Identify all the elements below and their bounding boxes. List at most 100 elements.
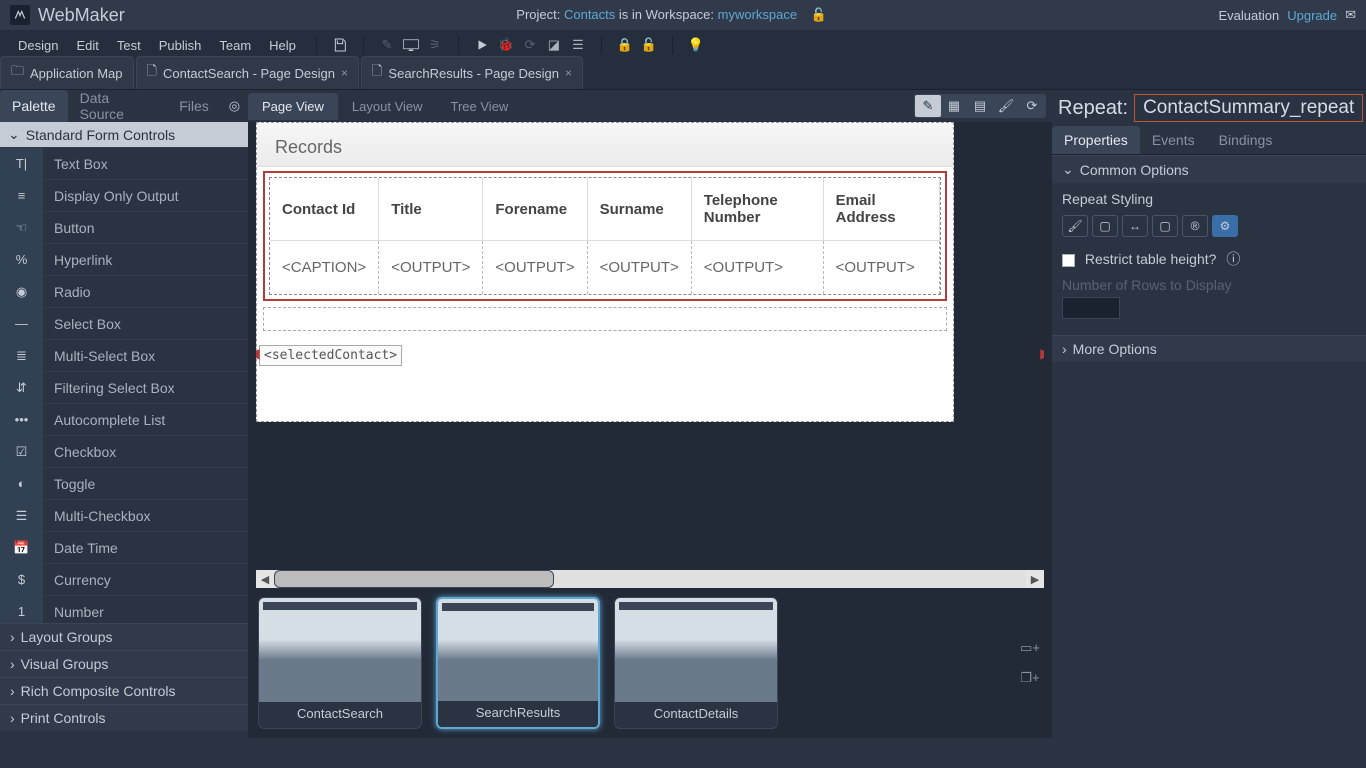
- palette-section-header[interactable]: ⌄ Standard Form Controls: [0, 122, 248, 147]
- category-print-controls[interactable]: ›Print Controls: [0, 704, 248, 731]
- palette-item-checkbox[interactable]: ☑Checkbox: [0, 435, 248, 467]
- caption-cell[interactable]: <CAPTION>: [270, 241, 379, 295]
- tab-bindings[interactable]: Bindings: [1207, 126, 1285, 154]
- palette-item-button[interactable]: ☜Button: [0, 211, 248, 243]
- tab-datasource[interactable]: Data Source: [68, 90, 168, 122]
- selected-contact-placeholder[interactable]: <selectedContact>: [259, 345, 402, 366]
- page-canvas[interactable]: Records Contact IdTitleForenameSurnameTe…: [256, 122, 954, 422]
- tab-layout-view[interactable]: Layout View: [338, 93, 437, 120]
- palette-item-date-time[interactable]: 📅Date Time: [0, 531, 248, 563]
- lock-open-icon[interactable]: 🔓: [811, 7, 827, 22]
- palette-item-multi-select-box[interactable]: ≣Multi-Select Box: [0, 339, 248, 371]
- palette-item-filtering-select-box[interactable]: ⇵Filtering Select Box: [0, 371, 248, 403]
- menu-edit[interactable]: Edit: [68, 34, 106, 57]
- upgrade-link[interactable]: Upgrade: [1287, 8, 1337, 23]
- save-icon[interactable]: [329, 34, 351, 56]
- repeat-container[interactable]: Contact IdTitleForenameSurnameTelephone …: [263, 171, 947, 301]
- unlock-icon[interactable]: 🔓: [638, 34, 660, 56]
- output-cell[interactable]: <OUTPUT>: [587, 241, 691, 295]
- palette-item-text-box[interactable]: T|Text Box: [0, 147, 248, 179]
- tab-tree-view[interactable]: Tree View: [437, 93, 523, 120]
- add-page-icon[interactable]: ▭+: [1018, 638, 1042, 658]
- tab-palette[interactable]: Palette: [0, 90, 68, 122]
- erase-icon[interactable]: ◪: [543, 34, 565, 56]
- horizontal-scrollbar[interactable]: ◀ ▶: [256, 570, 1044, 588]
- style-registered-button[interactable]: ®: [1182, 215, 1208, 237]
- edit-mode-icon[interactable]: ✎: [915, 95, 941, 117]
- tab-files[interactable]: Files: [167, 90, 221, 122]
- palette-item-toggle[interactable]: ◐Toggle: [0, 467, 248, 499]
- tab-properties[interactable]: Properties: [1052, 126, 1140, 154]
- empty-group[interactable]: [263, 307, 947, 331]
- menu-help[interactable]: Help: [261, 34, 304, 57]
- menu-design[interactable]: Design: [10, 34, 66, 57]
- tab-application-map[interactable]: 🗀 Application Map: [0, 56, 134, 89]
- lock-icon[interactable]: 🔒: [614, 34, 636, 56]
- mail-icon[interactable]: ✉: [1345, 7, 1356, 23]
- play-icon[interactable]: [471, 34, 493, 56]
- palette-item-autocomplete-list[interactable]: •••Autocomplete List: [0, 403, 248, 435]
- debug-icon[interactable]: 🐞: [495, 34, 517, 56]
- style-width-button[interactable]: ↔: [1122, 215, 1148, 237]
- category-layout-groups[interactable]: ›Layout Groups: [0, 623, 248, 650]
- style-brush-button[interactable]: 🖌: [1062, 215, 1088, 237]
- section-common-options[interactable]: ⌄ Common Options: [1052, 155, 1366, 183]
- scroll-right-icon[interactable]: ▶: [1026, 573, 1044, 586]
- tab-events[interactable]: Events: [1140, 126, 1207, 154]
- close-icon[interactable]: ×: [565, 66, 572, 80]
- column-header[interactable]: Title: [379, 178, 483, 241]
- style-gear-button[interactable]: ⚙: [1212, 215, 1238, 237]
- page-thumb-contactdetails[interactable]: ContactDetails: [614, 597, 778, 729]
- bulb-icon[interactable]: 💡: [685, 34, 707, 56]
- column-header[interactable]: Forename: [483, 178, 587, 241]
- sitemap-icon[interactable]: ⚞: [424, 34, 446, 56]
- edit-icon[interactable]: ✎: [376, 34, 398, 56]
- add-pages-icon[interactable]: ❐+: [1018, 668, 1042, 688]
- refresh-icon[interactable]: ⟳: [519, 34, 541, 56]
- column-header[interactable]: Contact Id: [270, 178, 379, 241]
- palette-item-radio[interactable]: ◉Radio: [0, 275, 248, 307]
- preview-icon[interactable]: [400, 34, 422, 56]
- category-rich-composite-controls[interactable]: ›Rich Composite Controls: [0, 677, 248, 704]
- menu-team[interactable]: Team: [211, 34, 259, 57]
- form-icon[interactable]: ▤: [967, 95, 993, 117]
- target-icon[interactable]: ◎: [221, 90, 248, 122]
- grid-icon[interactable]: ▦: [941, 95, 967, 117]
- column-header[interactable]: Email Address: [823, 178, 939, 241]
- output-cell[interactable]: <OUTPUT>: [483, 241, 587, 295]
- output-cell[interactable]: <OUTPUT>: [691, 241, 823, 295]
- palette-item-number[interactable]: 1Number: [0, 595, 248, 623]
- category-visual-groups[interactable]: ›Visual Groups: [0, 650, 248, 677]
- page-thumb-searchresults[interactable]: SearchResults: [436, 597, 600, 729]
- output-cell[interactable]: <OUTPUT>: [379, 241, 483, 295]
- palette-item-display-only-output[interactable]: ≡Display Only Output: [0, 179, 248, 211]
- reload-icon[interactable]: ⟳: [1019, 95, 1045, 117]
- menu-test[interactable]: Test: [109, 34, 149, 57]
- column-header[interactable]: Telephone Number: [691, 178, 823, 241]
- canvas-arrow-right[interactable]: ▶: [1040, 345, 1044, 362]
- menu-publish[interactable]: Publish: [151, 34, 210, 57]
- output-cell[interactable]: <OUTPUT>: [823, 241, 939, 295]
- tab-searchresults[interactable]: 🗋 SearchResults - Page Design ×: [361, 56, 583, 89]
- scroll-thumb[interactable]: [274, 570, 554, 588]
- workspace-link[interactable]: myworkspace: [718, 7, 797, 22]
- column-header[interactable]: Surname: [587, 178, 691, 241]
- selection-name[interactable]: ContactSummary_repeat: [1134, 94, 1363, 122]
- style-box2-button[interactable]: ▢: [1152, 215, 1178, 237]
- section-more-options[interactable]: › More Options: [1052, 335, 1366, 362]
- info-icon[interactable]: ⓘ: [1226, 251, 1240, 267]
- records-title[interactable]: Records: [257, 123, 953, 167]
- brush-icon[interactable]: 🖌: [993, 95, 1019, 117]
- restrict-height-checkbox[interactable]: [1062, 254, 1075, 267]
- server-icon[interactable]: ☰: [567, 34, 589, 56]
- project-link[interactable]: Contacts: [564, 7, 615, 22]
- palette-item-hyperlink[interactable]: %Hyperlink: [0, 243, 248, 275]
- canvas-arrow-left[interactable]: ◀: [256, 345, 260, 362]
- page-thumb-contactsearch[interactable]: ContactSearch: [258, 597, 422, 729]
- palette-item-select-box[interactable]: —Select Box: [0, 307, 248, 339]
- palette-item-currency[interactable]: $Currency: [0, 563, 248, 595]
- close-icon[interactable]: ×: [341, 66, 348, 80]
- tab-page-view[interactable]: Page View: [248, 93, 338, 120]
- scroll-left-icon[interactable]: ◀: [256, 573, 274, 586]
- palette-item-multi-checkbox[interactable]: ☰Multi-Checkbox: [0, 499, 248, 531]
